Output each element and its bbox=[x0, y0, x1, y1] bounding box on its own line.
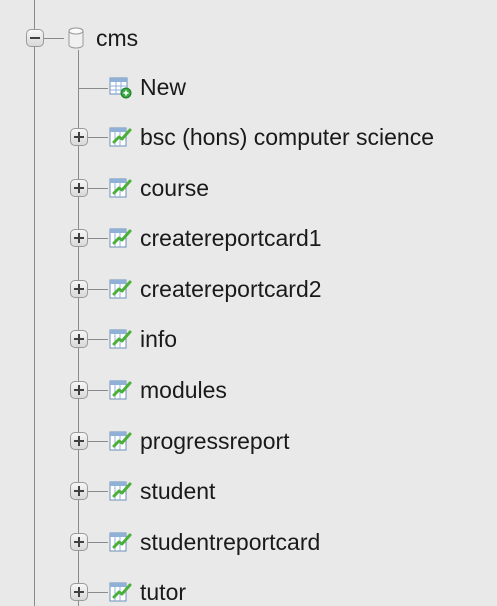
view-item[interactable]: student bbox=[108, 474, 215, 508]
view-icon bbox=[108, 479, 132, 503]
view-label: studentreportcard bbox=[140, 529, 321, 555]
view-icon bbox=[108, 378, 132, 402]
view-item[interactable]: createreportcard2 bbox=[108, 272, 322, 306]
view-icon bbox=[108, 176, 132, 200]
tree-guide-line bbox=[44, 38, 64, 39]
tree-guide-line bbox=[88, 188, 108, 189]
expand-toggle[interactable] bbox=[70, 330, 88, 348]
view-item[interactable]: progressreport bbox=[108, 424, 290, 458]
new-table-item[interactable]: New bbox=[108, 70, 186, 104]
tree-guide-line bbox=[88, 491, 108, 492]
database-node[interactable]: cms bbox=[64, 21, 138, 55]
database-icon bbox=[64, 26, 88, 50]
expand-toggle[interactable] bbox=[70, 381, 88, 399]
tree-guide-line bbox=[88, 390, 108, 391]
view-item[interactable]: createreportcard1 bbox=[108, 221, 322, 255]
view-label: createreportcard2 bbox=[140, 276, 322, 302]
navigation-tree: cms New bsc (hons) computer science cours… bbox=[0, 0, 497, 606]
tree-guide-line bbox=[88, 339, 108, 340]
view-item[interactable]: modules bbox=[108, 373, 227, 407]
expand-toggle[interactable] bbox=[70, 179, 88, 197]
view-label: bsc (hons) computer science bbox=[140, 124, 435, 150]
tree-guide-line bbox=[34, 0, 35, 606]
view-icon bbox=[108, 125, 132, 149]
view-label: createreportcard1 bbox=[140, 225, 322, 251]
view-item[interactable]: course bbox=[108, 171, 209, 205]
database-name: cms bbox=[96, 25, 139, 51]
view-icon bbox=[108, 580, 132, 604]
view-label: modules bbox=[140, 377, 227, 403]
view-label: progressreport bbox=[140, 428, 290, 454]
tree-guide-line bbox=[88, 289, 108, 290]
expand-toggle[interactable] bbox=[70, 432, 88, 450]
view-label: student bbox=[140, 478, 216, 504]
new-table-icon bbox=[108, 75, 132, 99]
expand-toggle[interactable] bbox=[70, 482, 88, 500]
view-icon bbox=[108, 226, 132, 250]
expand-toggle[interactable] bbox=[70, 533, 88, 551]
view-icon bbox=[108, 327, 132, 351]
view-item[interactable]: tutor bbox=[108, 575, 186, 606]
tree-guide-line bbox=[88, 592, 108, 593]
view-icon bbox=[108, 277, 132, 301]
tree-guide-line bbox=[88, 441, 108, 442]
view-label: tutor bbox=[140, 579, 187, 605]
view-item[interactable]: bsc (hons) computer science bbox=[108, 120, 434, 154]
view-label: info bbox=[140, 326, 178, 352]
tree-guide-line bbox=[88, 542, 108, 543]
view-item[interactable]: info bbox=[108, 322, 177, 356]
expand-toggle[interactable] bbox=[70, 128, 88, 146]
view-item[interactable]: studentreportcard bbox=[108, 525, 320, 559]
view-label: course bbox=[140, 175, 210, 201]
new-item-label: New bbox=[140, 74, 187, 100]
view-icon bbox=[108, 429, 132, 453]
tree-guide-line bbox=[88, 238, 108, 239]
expand-toggle[interactable] bbox=[70, 583, 88, 601]
expand-toggle[interactable] bbox=[70, 280, 88, 298]
tree-guide-line bbox=[34, 0, 35, 20]
tree-guide-line bbox=[88, 137, 108, 138]
tree-guide-line bbox=[78, 88, 108, 89]
collapse-toggle[interactable] bbox=[26, 29, 44, 47]
view-icon bbox=[108, 530, 132, 554]
expand-toggle[interactable] bbox=[70, 229, 88, 247]
